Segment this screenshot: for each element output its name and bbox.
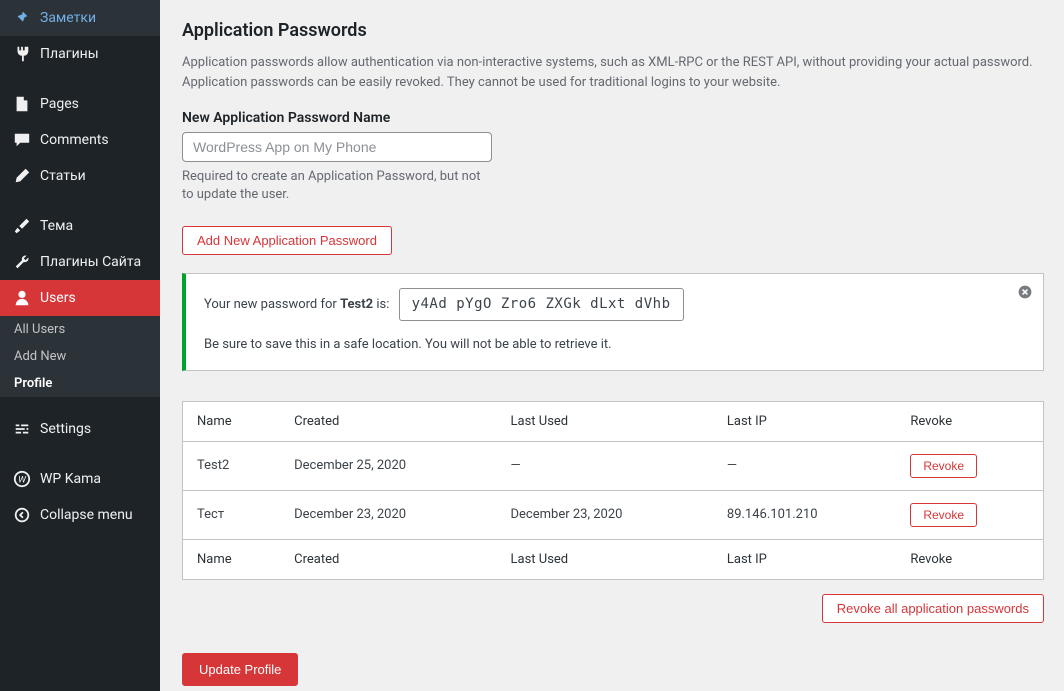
users-submenu: All Users Add New Profile	[0, 316, 160, 397]
page-icon	[12, 94, 32, 114]
sidebar-item-label: Collapse menu	[40, 507, 133, 523]
sidebar-item-settings[interactable]: Settings	[0, 411, 160, 447]
table-row: Тест December 23, 2020 December 23, 2020…	[183, 490, 1044, 539]
sidebar-item-label: Плагины Сайта	[40, 254, 141, 270]
sidebar-item-label: Заметки	[40, 10, 96, 26]
sidebar-item-comments[interactable]: Comments	[0, 122, 160, 158]
brush-icon	[12, 216, 32, 236]
page-title: Application Passwords	[182, 20, 1044, 41]
sidebar-item-label: Тема	[40, 218, 73, 234]
sidebar-item-articles[interactable]: Статьи	[0, 158, 160, 194]
notice-line: Your new password for Test2 is: y4Ad pYg…	[204, 288, 1003, 320]
sidebar-item-label: Плагины	[40, 46, 99, 62]
new-password-notice: Your new password for Test2 is: y4Ad pYg…	[182, 273, 1044, 370]
main-content: Application Passwords Application passwo…	[160, 0, 1064, 691]
sidebar-item-theme[interactable]: Тема	[0, 208, 160, 244]
admin-sidebar: Заметки Плагины Pages Comments Статьи Те…	[0, 0, 160, 691]
th-revoke: Revoke	[896, 401, 1043, 441]
passwords-table: Name Created Last Used Last IP Revoke Te…	[182, 401, 1044, 580]
sidebar-item-label: Users	[40, 290, 76, 306]
sidebar-item-label: Статьи	[40, 168, 86, 184]
new-password-label: New Application Password Name	[182, 110, 1044, 126]
add-password-button[interactable]: Add New Application Password	[182, 226, 392, 255]
th-name[interactable]: Name	[183, 401, 281, 441]
collapse-icon	[12, 505, 32, 525]
submenu-add-new[interactable]: Add New	[0, 343, 160, 370]
svg-text:W: W	[18, 476, 27, 486]
sidebar-item-plugins[interactable]: Плагины	[0, 36, 160, 72]
pen-icon	[12, 166, 32, 186]
comment-icon	[12, 130, 32, 150]
revoke-button[interactable]: Revoke	[910, 503, 977, 527]
sidebar-item-label: Pages	[40, 96, 79, 112]
password-help-text: Required to create an Application Passwo…	[182, 168, 482, 204]
sidebar-item-notes[interactable]: Заметки	[0, 0, 160, 36]
submenu-profile[interactable]: Profile	[0, 370, 160, 397]
wrench-icon	[12, 252, 32, 272]
sidebar-item-label: WP Kama	[40, 471, 101, 487]
sidebar-item-label: Settings	[40, 421, 91, 437]
sidebar-item-site-plugins[interactable]: Плагины Сайта	[0, 244, 160, 280]
new-password-name-input[interactable]	[182, 132, 492, 162]
notice-reminder: Be sure to save this in a safe location.…	[204, 335, 1003, 356]
revoke-button[interactable]: Revoke	[910, 454, 977, 478]
submenu-all-users[interactable]: All Users	[0, 316, 160, 343]
update-profile-button[interactable]: Update Profile	[182, 653, 298, 686]
sidebar-item-label: Comments	[40, 132, 109, 148]
wp-icon: W	[12, 469, 32, 489]
th-last-ip[interactable]: Last IP	[713, 401, 896, 441]
sliders-icon	[12, 419, 32, 439]
revoke-all-button[interactable]: Revoke all application passwords	[822, 594, 1044, 623]
close-icon[interactable]	[1017, 284, 1033, 304]
sidebar-item-wpkama[interactable]: W WP Kama	[0, 461, 160, 497]
sidebar-item-pages[interactable]: Pages	[0, 86, 160, 122]
page-description: Application passwords allow authenticati…	[182, 53, 1042, 92]
pin-icon	[12, 8, 32, 28]
sidebar-item-collapse[interactable]: Collapse menu	[0, 497, 160, 533]
user-icon	[12, 288, 32, 308]
sidebar-item-users[interactable]: Users	[0, 280, 160, 316]
th-last-used[interactable]: Last Used	[497, 401, 713, 441]
generated-password: y4Ad pYgO Zro6 ZXGk dLxt dVhb	[399, 288, 684, 320]
table-row: Test2 December 25, 2020 — — Revoke	[183, 441, 1044, 490]
th-created[interactable]: Created	[280, 401, 496, 441]
plug-icon	[12, 44, 32, 64]
